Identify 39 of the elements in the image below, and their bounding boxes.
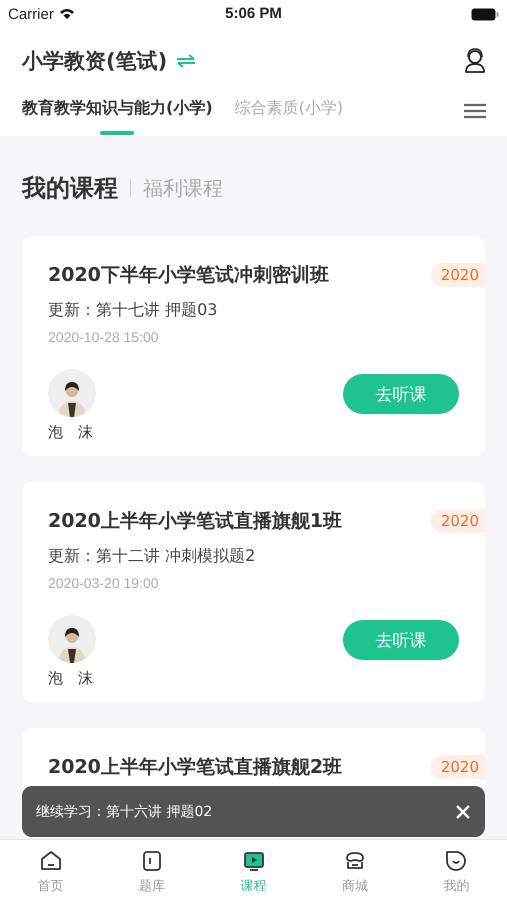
update-text: 更新：第十二讲 冲刺模拟题2 [48,546,256,567]
year-tag: 2020 [430,263,485,287]
tab-bar-item[interactable]: 课程 [202,840,304,900]
page-title: 小学教资(笔试) [22,48,168,75]
teacher-name: 泡 沫 [48,669,93,688]
support-agent-icon[interactable] [463,48,487,74]
course-icon [242,849,266,873]
course-card[interactable]: 2020上半年小学笔试直播旗舰1班 2020 更新：第十二讲 冲刺模拟题2 2020-03-20 19:00 泡 沫 去听课 [22,482,485,702]
battery-icon [471,8,499,20]
close-icon[interactable] [455,804,471,820]
course-title: 2020上半年小学笔试直播旗舰1班 [48,509,342,534]
home-icon [38,849,63,873]
year-tag: 2020 [430,509,485,533]
wifi-icon [58,8,75,20]
attend-class-button[interactable]: 去听课 [343,374,459,414]
teacher-name: 泡 沫 [48,423,93,442]
tab-bar-item[interactable]: 商城 [304,840,406,900]
section-tab[interactable]: 福利课程 [143,174,223,202]
menu-icon[interactable] [463,102,487,120]
toast-text: 继续学习：第十六讲 押题02 [36,802,212,820]
tab-bar-item[interactable]: 首页 [0,840,102,900]
update-date: 2020-03-20 19:00 [48,575,160,591]
update-date: 2020-10-28 15:00 [48,329,160,345]
switch-icon[interactable] [175,53,198,69]
course-title: 2020下半年小学笔试冲刺密训班 [48,263,329,288]
year-tag: 2020 [430,755,485,779]
section-title[interactable]: 我的课程 [22,172,118,204]
status-time: 5:06 PM [225,5,282,22]
tab-bar-item[interactable]: 题库 [101,840,203,900]
category-tab[interactable]: 教育教学知识与能力(小学) [22,98,213,136]
course-card[interactable]: 2020下半年小学笔试冲刺密训班 2020 更新：第十七讲 押题03 2020-10-28 15:00 泡 沫 去听课 [22,236,485,456]
category-tab[interactable]: 综合素质(小学) [234,98,344,136]
continue-toast[interactable]: 继续学习：第十六讲 押题02 [22,786,485,837]
smile-icon [444,849,468,873]
update-text: 更新：第十七讲 押题03 [48,300,218,321]
attend-class-button[interactable]: 去听课 [343,620,459,660]
tab-bar-item[interactable]: 我的 [406,840,507,900]
carrier-label: Carrier [8,6,54,22]
course-title: 2020上半年小学笔试直播旗舰2班 [48,755,342,780]
